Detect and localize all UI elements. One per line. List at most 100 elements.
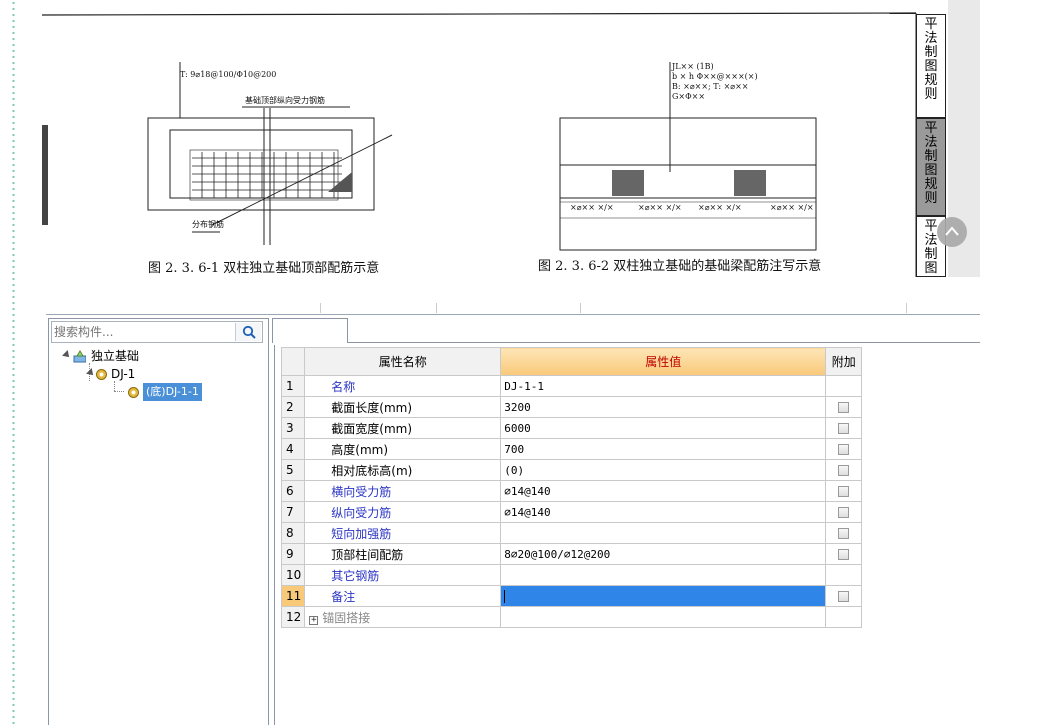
- gear-component-icon: [128, 387, 139, 398]
- table-row[interactable]: 12 + 锚固搭接: [280, 606, 863, 628]
- table-row[interactable]: 8 短向加强筋: [280, 522, 863, 544]
- left-dotted-rail: [12, 0, 15, 725]
- property-value[interactable]: DJ-1-1: [500, 375, 827, 397]
- attach-checkbox[interactable]: [838, 591, 850, 602]
- attach-cell: [825, 480, 863, 502]
- row-number: 5: [280, 459, 306, 481]
- expand-plus-icon[interactable]: +: [309, 615, 319, 625]
- property-name: 纵向受力筋: [304, 501, 502, 523]
- table-row[interactable]: 2 截面长度(mm) 3200: [280, 396, 863, 418]
- attach-cell: [825, 585, 863, 607]
- property-value[interactable]: ⌀14@140: [500, 480, 827, 502]
- toolbar-remnant: [46, 303, 980, 315]
- chevron-up-icon: [945, 226, 959, 236]
- property-value[interactable]: 6000: [500, 417, 827, 439]
- property-value-editor[interactable]: [500, 585, 827, 607]
- search-button[interactable]: [235, 323, 261, 341]
- row-number: 2: [280, 396, 306, 418]
- attach-checkbox[interactable]: [838, 444, 850, 455]
- property-grid-panel: 属性名称 属性值 附加 1 名称 DJ-1-1 2 截面长度(mm) 3200: [274, 345, 980, 725]
- header-attach[interactable]: 附加: [825, 347, 863, 376]
- row-number: 12: [280, 606, 306, 628]
- table-row[interactable]: 4 高度(mm) 700: [280, 438, 863, 460]
- tree-node-label: 独立基础: [91, 349, 140, 363]
- attach-cell: [825, 417, 863, 439]
- fig1-top-label: T: 9⌀18@100/Φ10@200: [180, 70, 277, 79]
- fig1-inner-label: 基础顶部纵向受力钢筋: [245, 96, 325, 105]
- attach-cell: [825, 438, 863, 460]
- property-name-group[interactable]: + 锚固搭接: [304, 606, 502, 628]
- row-number: 6: [280, 480, 306, 502]
- fig2-rebar-label: ×⌀×× ×/×: [698, 203, 742, 212]
- attach-cell: [825, 564, 863, 586]
- property-header-row: 属性名称 属性值 附加: [280, 347, 863, 376]
- attach-cell: [825, 501, 863, 523]
- property-value[interactable]: ⌀14@140: [500, 501, 827, 523]
- property-name: 备注: [304, 585, 502, 607]
- attach-cell: [825, 543, 863, 565]
- property-name: 锚固搭接: [322, 610, 371, 625]
- header-index: [280, 347, 306, 376]
- table-row[interactable]: 10 其它钢筋: [280, 564, 863, 586]
- row-number: 7: [280, 501, 306, 523]
- header-property-name[interactable]: 属性名称: [304, 347, 502, 376]
- fig2-rebar-label: ×⌀×× ×/×: [638, 203, 682, 212]
- attach-checkbox[interactable]: [838, 402, 850, 413]
- table-row[interactable]: 1 名称 DJ-1-1: [280, 375, 863, 397]
- property-value[interactable]: 8⌀20@100/⌀12@200: [500, 543, 827, 565]
- attach-cell: [825, 606, 863, 628]
- property-name: 短向加强筋: [304, 522, 502, 544]
- property-value[interactable]: 700: [500, 438, 827, 460]
- tree-node-dj-1-1[interactable]: (底)DJ-1-1: [49, 383, 268, 401]
- property-tab[interactable]: [272, 318, 348, 343]
- property-value[interactable]: [500, 564, 827, 586]
- property-name: 相对底标高(m): [304, 459, 502, 481]
- document-drawing: [42, 12, 917, 277]
- attach-checkbox[interactable]: [838, 549, 850, 560]
- side-tab-rules-active[interactable]: 平法制图规则: [916, 118, 946, 216]
- property-name: 顶部柱间配筋: [304, 543, 502, 565]
- property-tabstrip: [271, 318, 980, 343]
- fig2-annot-line-1: JL×× (1B): [672, 62, 714, 71]
- attach-cell: [825, 522, 863, 544]
- property-name: 截面宽度(mm): [304, 417, 502, 439]
- attach-cell: [825, 375, 863, 397]
- fig2-rebar-label: ×⌀×× ×/×: [570, 203, 614, 212]
- tree-node-dj-1[interactable]: DJ-1: [49, 365, 268, 383]
- table-row[interactable]: 9 顶部柱间配筋 8⌀20@100/⌀12@200: [280, 543, 863, 565]
- search-icon: [242, 325, 256, 339]
- screen: T: 9⌀18@100/Φ10@200 基础顶部纵向受力钢筋 分布钢筋 图 2.…: [0, 0, 1054, 725]
- table-row[interactable]: 6 横向受力筋 ⌀14@140: [280, 480, 863, 502]
- tree-node-label: DJ-1: [111, 367, 136, 381]
- component-tree: 独立基础 DJ-1 (底)DJ-1-1: [49, 347, 268, 401]
- property-value[interactable]: 3200: [500, 396, 827, 418]
- row-number: 8: [280, 522, 306, 544]
- row-number: 3: [280, 417, 306, 439]
- attach-checkbox[interactable]: [838, 465, 850, 476]
- row-number: 11: [280, 585, 306, 607]
- property-name: 其它钢筋: [304, 564, 502, 586]
- fig2-annot-line-4: G×Φ××: [672, 92, 706, 101]
- attach-checkbox[interactable]: [838, 423, 850, 434]
- scroll-to-top-button[interactable]: [937, 217, 967, 247]
- component-tree-panel: 独立基础 DJ-1 (底)DJ-1-1: [48, 318, 269, 725]
- table-row-active[interactable]: 11 备注: [280, 585, 863, 607]
- table-row[interactable]: 3 截面宽度(mm) 6000: [280, 417, 863, 439]
- table-row[interactable]: 5 相对底标高(m) (0): [280, 459, 863, 481]
- attach-checkbox[interactable]: [838, 486, 850, 497]
- expand-arrow-icon[interactable]: [62, 350, 72, 360]
- property-table: 属性名称 属性值 附加 1 名称 DJ-1-1 2 截面长度(mm) 3200: [280, 347, 863, 628]
- header-property-value[interactable]: 属性值: [500, 347, 827, 376]
- tree-node-independent-foundation[interactable]: 独立基础: [49, 347, 268, 365]
- side-tab-rules[interactable]: 平法制图规则: [916, 14, 946, 118]
- property-name: 名称: [304, 375, 502, 397]
- property-value[interactable]: [500, 522, 827, 544]
- fig2-annot-line-3: B: ×⌀××; T: ×⌀××: [672, 82, 749, 91]
- table-row[interactable]: 7 纵向受力筋 ⌀14@140: [280, 501, 863, 523]
- attach-checkbox[interactable]: [838, 528, 850, 539]
- property-value[interactable]: [500, 606, 827, 628]
- attach-checkbox[interactable]: [838, 507, 850, 518]
- gear-component-icon: [96, 369, 107, 380]
- property-value[interactable]: (0): [500, 459, 827, 481]
- search-input[interactable]: [54, 324, 234, 340]
